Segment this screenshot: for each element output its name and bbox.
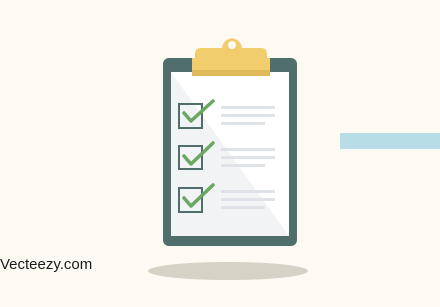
clipboard-shadow — [148, 262, 308, 280]
clipboard-clip-icon — [192, 38, 270, 76]
watermark-text: Vecteezy.com — [0, 256, 93, 273]
accent-bar — [340, 133, 440, 149]
illustration-canvas: Vecteezy.com — [0, 0, 440, 307]
